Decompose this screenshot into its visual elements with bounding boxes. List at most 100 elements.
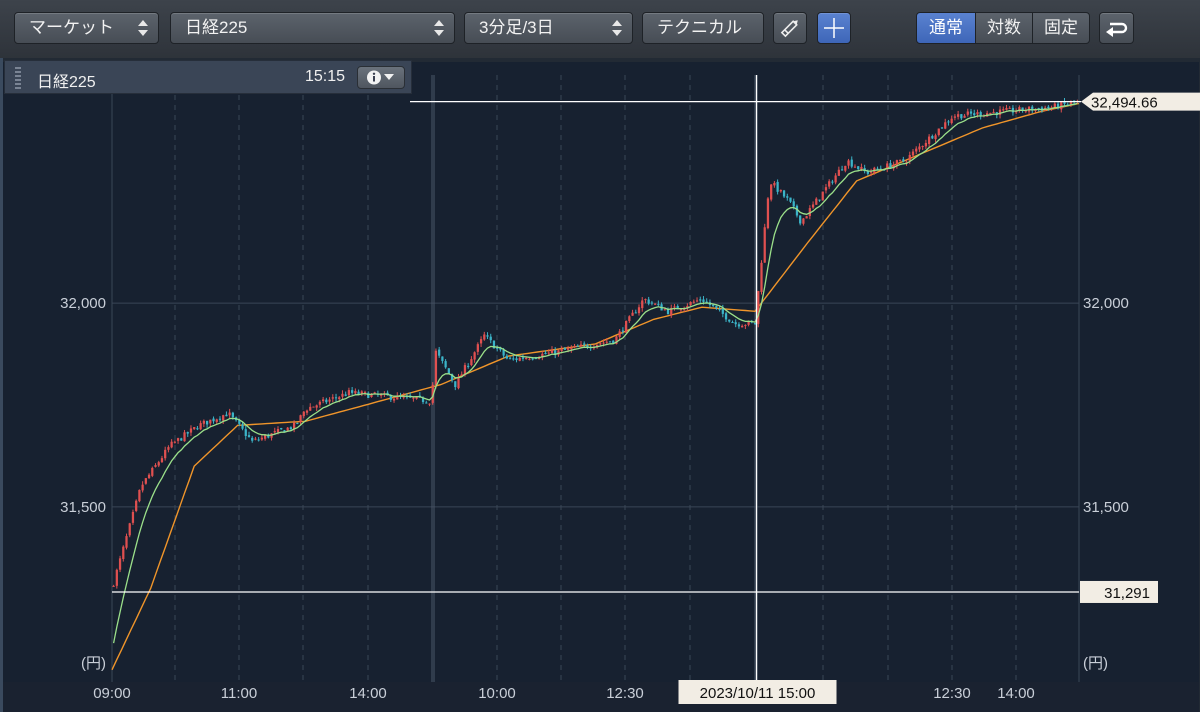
candle-body xyxy=(644,299,647,301)
candle-body xyxy=(773,182,776,186)
candle-body xyxy=(151,467,154,476)
candle-body xyxy=(544,352,547,354)
period-select[interactable]: 3分足/3日 xyxy=(464,12,633,44)
candle-body xyxy=(441,356,444,361)
candle-body xyxy=(621,330,625,332)
candle-body xyxy=(454,381,457,388)
chart[interactable]: 31,500 31,500 32,000 32,000 (円) (円) 09:00 11:00… xyxy=(0,58,1200,712)
candle-body xyxy=(992,111,995,113)
toolbar: マーケット 日経225 3分足/3日 テクニカル 通常 対数 固定 xyxy=(0,0,1200,58)
x-tick-label: 12:30 xyxy=(606,685,644,702)
candle-body xyxy=(164,449,167,459)
candle-body xyxy=(428,403,431,405)
candle-body xyxy=(802,218,805,224)
crosshair-tool-button[interactable] xyxy=(817,12,851,44)
candle-body xyxy=(550,349,554,354)
candle-body xyxy=(973,113,976,116)
candle-body xyxy=(489,336,492,341)
candle-body xyxy=(521,357,525,359)
chart-left-edge xyxy=(0,58,3,712)
candle-body xyxy=(853,166,857,168)
candle-body xyxy=(260,437,264,440)
candle-body xyxy=(815,198,818,205)
candle-body xyxy=(289,427,293,430)
candle-body xyxy=(467,365,470,367)
candle-body xyxy=(176,438,180,441)
candle-body xyxy=(663,309,666,311)
info-menu-button[interactable] xyxy=(357,66,405,89)
candle-body xyxy=(186,432,189,434)
candle-body xyxy=(915,148,918,152)
candle-body xyxy=(937,128,940,135)
candle-body xyxy=(154,465,157,467)
candle-body xyxy=(367,392,370,398)
candle-body xyxy=(902,159,905,162)
candle-body xyxy=(476,344,479,352)
candle-body xyxy=(528,358,531,360)
candle-body xyxy=(483,334,486,340)
undo-button[interactable] xyxy=(1099,12,1134,44)
candle-body xyxy=(924,142,928,147)
candle-body xyxy=(927,136,931,144)
candle-body xyxy=(315,405,318,408)
candle-body xyxy=(792,201,795,207)
candle-body xyxy=(699,299,702,301)
candle-body xyxy=(618,331,621,337)
candle-body xyxy=(934,135,937,140)
market-select[interactable]: マーケット xyxy=(14,12,159,44)
x-tick-label: 11:00 xyxy=(221,685,257,702)
candle-body xyxy=(641,300,644,309)
crosshair-price-label: 31,291 xyxy=(1104,585,1150,602)
drag-handle[interactable] xyxy=(15,67,21,89)
scale-log-button[interactable]: 対数 xyxy=(975,12,1033,44)
candle-body xyxy=(209,419,212,424)
candle-body xyxy=(647,299,650,304)
candle-body xyxy=(180,438,183,441)
select-arrows-icon xyxy=(138,20,148,36)
candle-body xyxy=(824,187,828,191)
candle-body xyxy=(828,181,831,187)
candle-body xyxy=(634,312,637,314)
candle-body xyxy=(770,184,773,200)
candle-body xyxy=(547,352,550,354)
market-select-label: マーケット xyxy=(29,18,114,37)
technical-button[interactable]: テクニカル xyxy=(642,12,764,44)
scale-fixed-button[interactable]: 固定 xyxy=(1032,12,1090,44)
candle-body xyxy=(341,393,344,397)
candle-body xyxy=(273,431,276,433)
candle-body xyxy=(218,418,222,420)
candle-body xyxy=(782,190,786,197)
candle-body xyxy=(608,341,612,343)
candle-body xyxy=(118,558,122,570)
candle-body xyxy=(921,146,924,148)
candle-body xyxy=(322,399,325,402)
candle-body xyxy=(254,438,257,440)
x-tick-label: 14:00 xyxy=(997,685,1035,702)
candle-body xyxy=(128,523,131,536)
candle-body xyxy=(515,358,518,361)
candle-body xyxy=(712,304,715,306)
candle-body xyxy=(141,484,144,491)
candle-body xyxy=(131,511,135,523)
candle-body xyxy=(837,169,840,176)
candle-body xyxy=(579,344,583,347)
y-tick-label-left: 32,000 xyxy=(60,295,106,312)
candle-body xyxy=(160,458,164,463)
last-price-label: 32,494.66 xyxy=(1091,95,1158,112)
candle-body xyxy=(531,358,534,360)
candle-body xyxy=(576,345,579,347)
scale-normal-button[interactable]: 通常 xyxy=(916,12,976,44)
candle-body xyxy=(505,355,508,359)
technical-button-label: テクニカル xyxy=(657,18,742,37)
chevron-down-icon xyxy=(384,74,394,80)
candle-body xyxy=(718,309,721,311)
draw-tool-button[interactable] xyxy=(773,12,807,44)
symbol-select[interactable]: 日経225 xyxy=(170,12,455,44)
candle-body xyxy=(724,313,728,320)
candle-body xyxy=(173,441,176,443)
candle-body xyxy=(908,155,911,161)
candle-body xyxy=(731,321,734,323)
y-tick-label-right: 32,000 xyxy=(1083,295,1129,312)
candle-body xyxy=(811,204,815,208)
candle-body xyxy=(312,406,315,408)
